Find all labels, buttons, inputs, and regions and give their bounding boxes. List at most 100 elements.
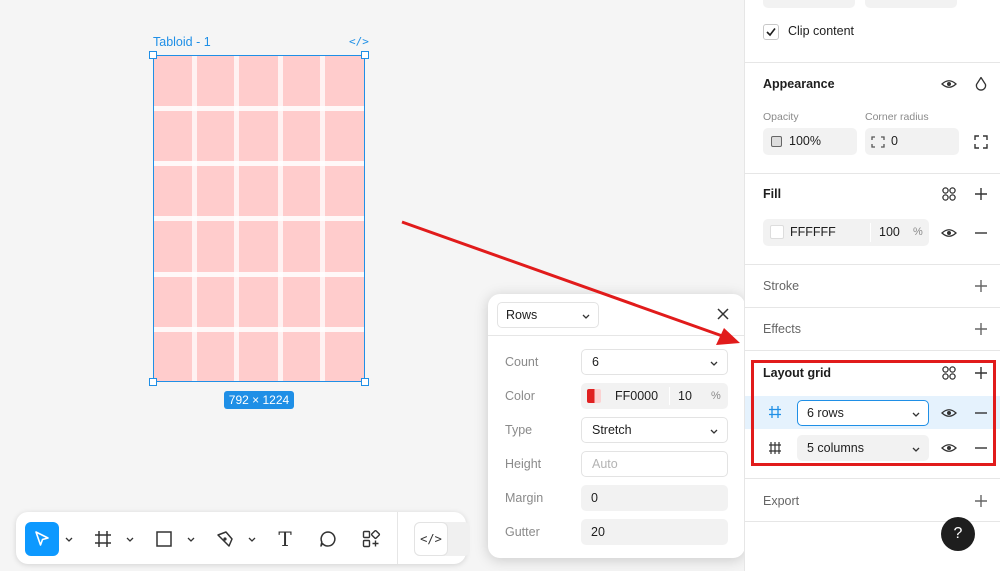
margin-input[interactable]: 0 [581,485,728,511]
appearance-title: Appearance [763,77,835,91]
fill-hex[interactable]: FFFFFF [790,219,836,246]
clip-content-checkbox[interactable] [763,24,779,40]
help-button[interactable]: ? [941,517,975,551]
eye-icon[interactable] [941,76,957,92]
chevron-down-icon[interactable] [247,534,257,544]
actions-icon [362,529,381,548]
fill-swatch[interactable] [770,225,784,239]
resize-handle-bottom-right[interactable] [361,378,369,386]
comment-tool-button[interactable] [311,522,345,556]
corner-radius-value: 0 [891,134,898,148]
margin-value: 0 [591,491,598,505]
color-field[interactable]: FF0000 10 % [581,383,728,409]
percent-symbol: % [711,390,721,402]
grid-row-gutter [154,216,364,221]
count-select[interactable]: 6 [581,349,728,375]
partial-field-right[interactable] [865,0,957,8]
eye-icon[interactable] [941,225,957,241]
color-swatch[interactable] [587,389,601,403]
opacity-label: Opacity [763,111,799,123]
rectangle-icon [156,531,172,547]
color-label: Color [505,389,535,403]
code-icon: </> [420,532,442,546]
resize-handle-top-right[interactable] [361,51,369,59]
chevron-down-icon [710,418,718,442]
plus-icon[interactable] [973,278,989,294]
pen-icon [217,531,233,547]
tabloid-frame[interactable] [153,55,365,382]
height-input[interactable]: Auto [581,451,728,477]
resize-handle-bottom-left[interactable] [149,378,157,386]
partial-field-left[interactable] [763,0,855,8]
toolbar-divider [397,512,398,564]
rectangle-tool-button[interactable] [147,522,181,556]
chevron-down-icon[interactable] [64,534,74,544]
stroke-title: Stroke [763,279,800,293]
chevron-down-icon[interactable] [125,534,135,544]
plus-icon[interactable] [973,186,989,202]
gutter-row: Gutter 20 [488,519,745,545]
color-opacity[interactable]: 10 [678,383,692,409]
properties-panel: Clip content Appearance Opacity Corner r… [744,0,1000,571]
frame-code-icon[interactable]: </> [349,35,369,48]
checkmark-icon [766,28,776,37]
divider [745,307,1000,308]
count-label: Count [505,355,539,369]
pen-tool-button[interactable] [208,522,242,556]
opacity-icon [771,136,782,147]
divider [745,62,1000,63]
blend-mode-icon[interactable] [973,76,989,92]
count-row: Count 6 [488,349,745,375]
gutter-value: 20 [591,525,605,539]
independent-corners-icon[interactable] [973,134,989,150]
export-title: Export [763,494,800,508]
effects-title: Effects [763,322,801,336]
margin-row: Margin 0 [488,485,745,511]
count-value: 6 [592,355,599,369]
dev-mode-toggle[interactable]: </> [414,522,470,556]
height-row: Height Auto [488,451,745,477]
gutter-input[interactable]: 20 [581,519,728,545]
styles-grid-icon[interactable] [941,186,957,202]
plus-icon[interactable] [973,321,989,337]
move-tool-button[interactable] [25,522,59,556]
fill-opacity[interactable]: 100 [879,219,900,246]
corner-radius-icon [871,136,885,148]
divider [745,478,1000,479]
gutter-label: Gutter [505,525,540,539]
grid-type-select[interactable]: Rows [497,302,599,328]
frame-dimensions-badge: 792 × 1224 [224,391,294,409]
resize-handle-top-left[interactable] [149,51,157,59]
close-icon[interactable] [716,307,730,321]
minus-icon[interactable] [973,225,989,241]
text-tool-icon: T [278,527,292,551]
chevron-down-icon [710,350,718,374]
clip-content-label[interactable]: Clip content [788,24,854,38]
type-select[interactable]: Stretch [581,417,728,443]
fill-percent: % [913,226,923,238]
color-row: Color FF0000 10 % [488,383,745,409]
corner-radius-input[interactable]: 0 [865,128,959,155]
chevron-down-icon[interactable] [186,534,196,544]
frame-tool-button[interactable] [86,522,120,556]
opacity-input[interactable]: 100% [763,128,857,155]
text-tool-button[interactable]: T [268,522,302,556]
color-hex[interactable]: FF0000 [615,383,658,409]
fill-color-field[interactable]: FFFFFF 100 % [763,219,929,246]
divider [745,264,1000,265]
actions-tool-button[interactable] [354,522,388,556]
opacity-value: 100% [789,134,821,148]
grid-row-gutter [154,272,364,277]
divider [745,173,1000,174]
plus-icon[interactable] [973,493,989,509]
type-label: Type [505,423,533,437]
frame-icon [95,531,111,547]
frame-name-label[interactable]: Tabloid - 1 [153,35,211,49]
bottom-toolbar: T </> [16,512,470,564]
height-label: Height [505,457,542,471]
fill-title: Fill [763,187,782,201]
height-placeholder: Auto [592,457,618,471]
margin-label: Margin [505,491,544,505]
type-value: Stretch [592,423,632,437]
grid-row-gutter [154,161,364,166]
